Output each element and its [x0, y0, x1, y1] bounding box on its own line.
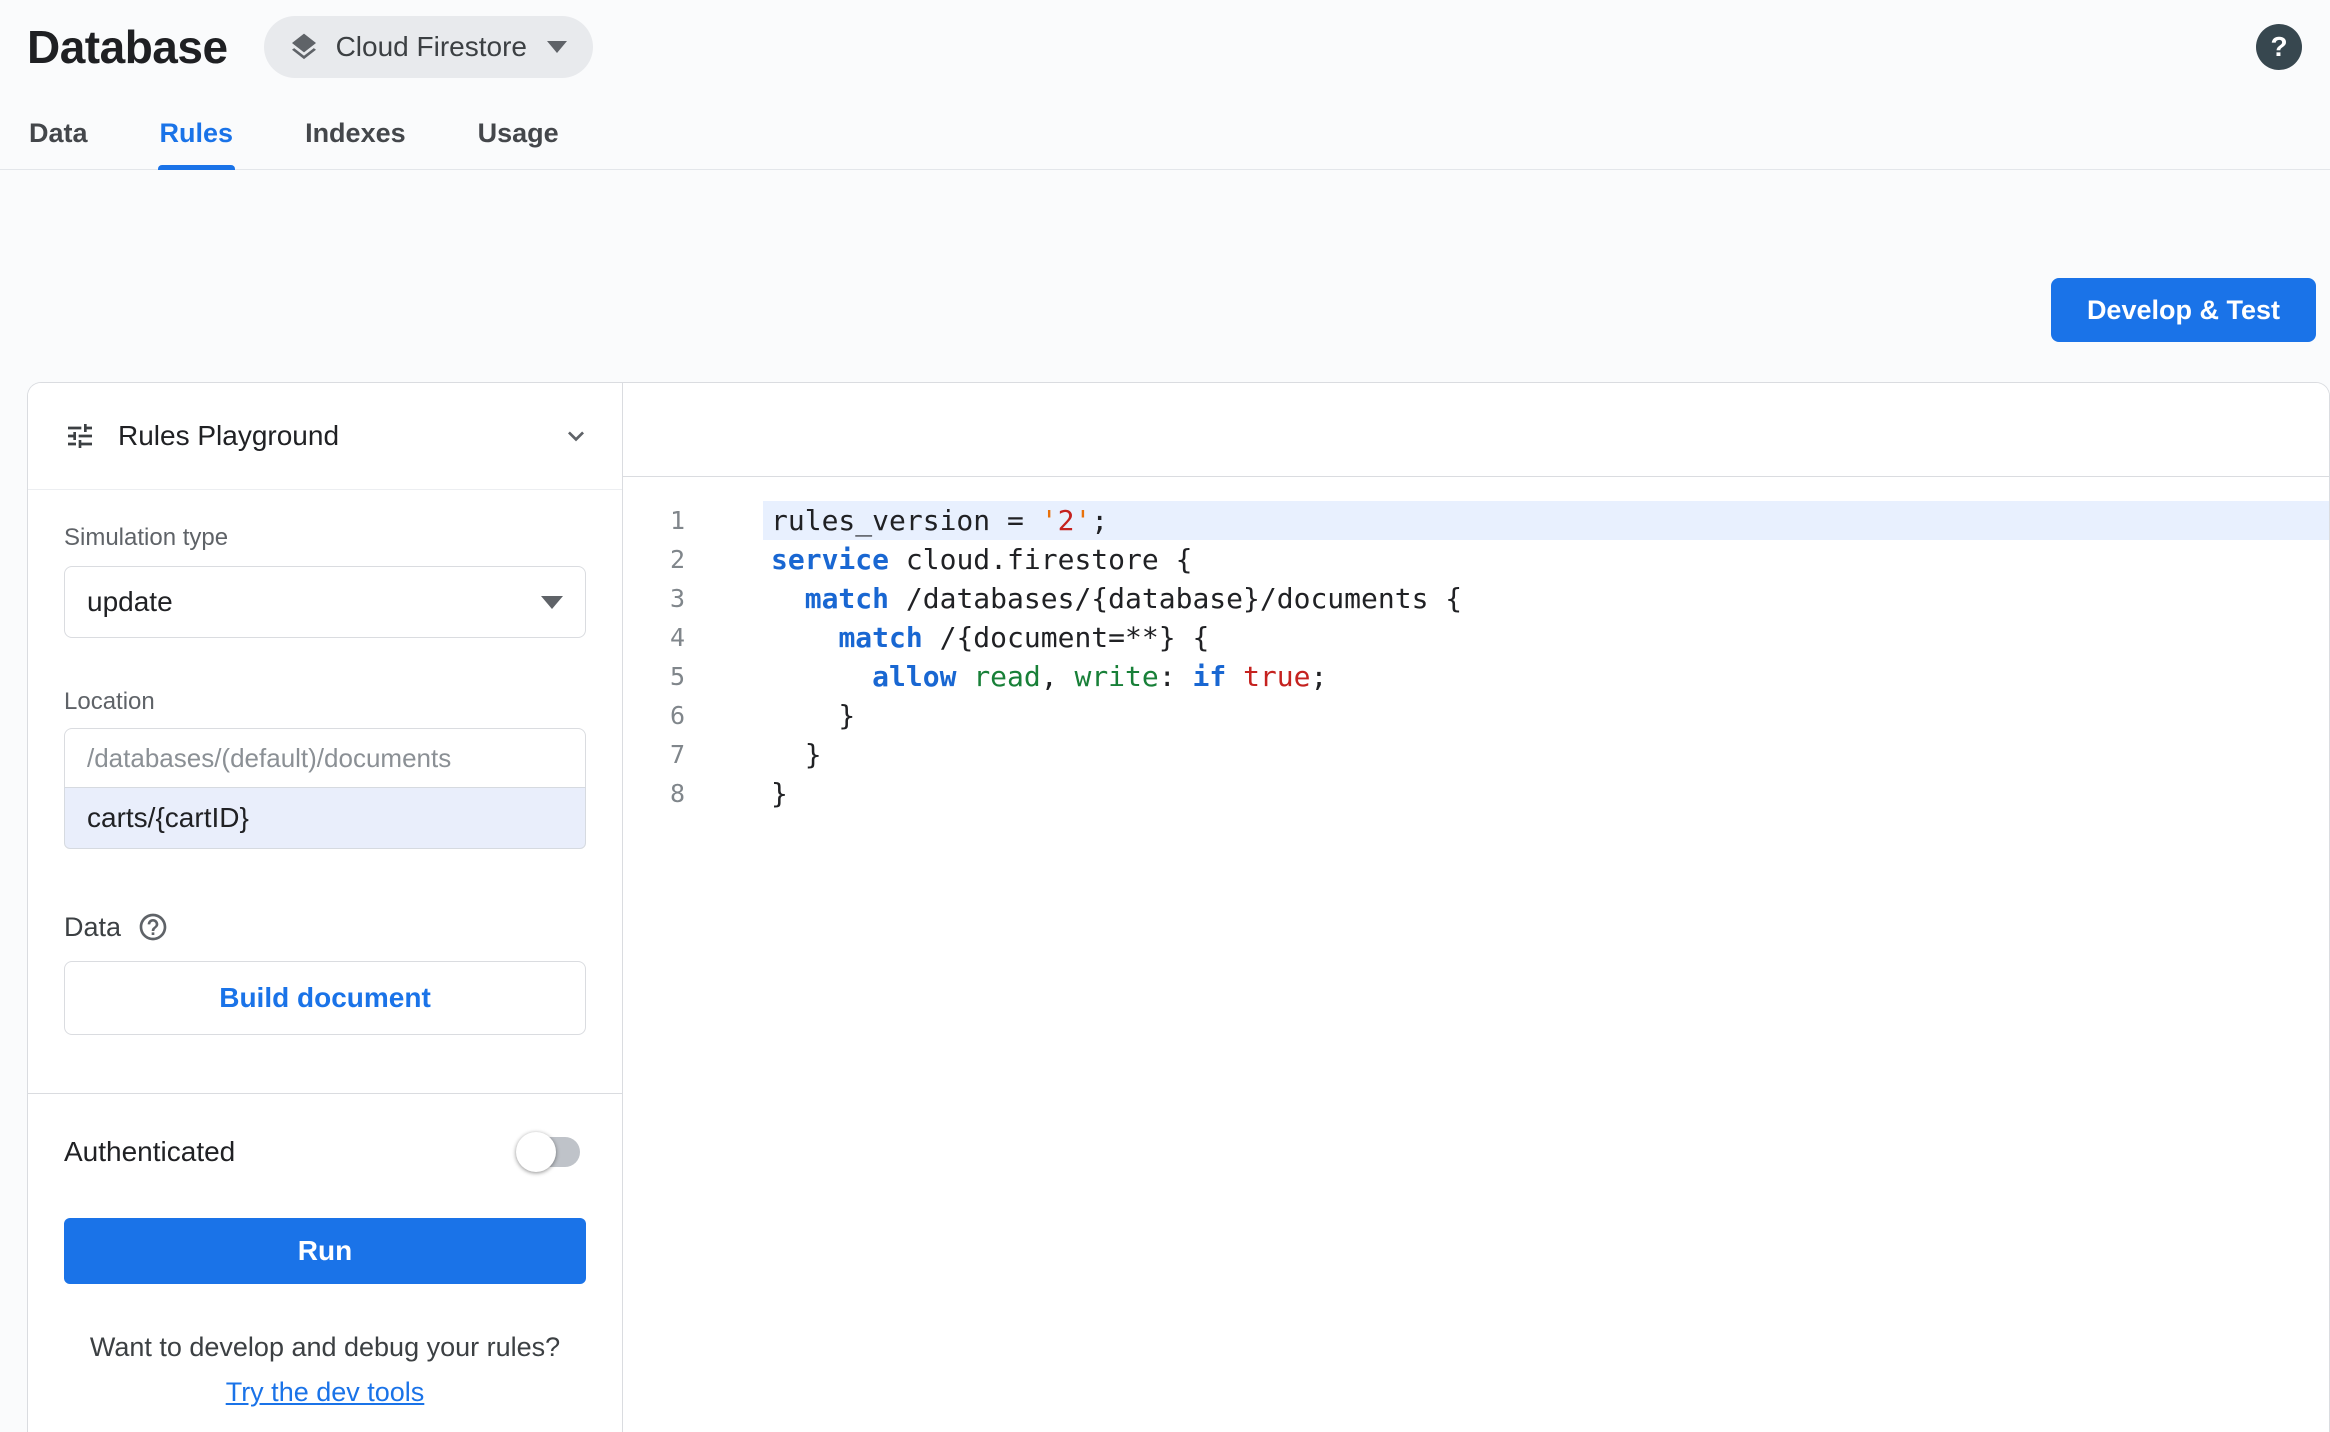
toggle-thumb	[516, 1132, 556, 1172]
line-number: 5	[669, 662, 685, 691]
code-line[interactable]: 3 match /databases/{database}/documents …	[623, 579, 2329, 618]
playground-form: Simulation type update Location /databas…	[28, 490, 622, 1035]
collapse-chevron-icon[interactable]	[560, 420, 592, 452]
develop-test-button[interactable]: Develop & Test	[2050, 278, 2316, 342]
location-base-path: /databases/(default)/documents	[64, 728, 586, 788]
location-input[interactable]: carts/{cartID}	[64, 787, 586, 849]
rules-editor: 1 rules_version = '2'; 2 service cloud.fire…	[623, 383, 2329, 1432]
line-number: 8	[669, 779, 685, 808]
build-document-button[interactable]: Build document	[64, 961, 586, 1035]
location-label: Location	[64, 688, 155, 715]
line-number: 6	[669, 701, 685, 730]
rules-card: Rules Playground Simulation type update …	[27, 382, 2330, 1432]
playground-title: Rules Playground	[118, 420, 340, 451]
code-line[interactable]: 8}	[623, 774, 2329, 813]
dev-tools-prompt: Want to develop and debug your rules?	[89, 1332, 561, 1362]
tab-indexes[interactable]: Indexes	[303, 104, 408, 169]
code-text[interactable]: allow read, write: if true;	[763, 657, 2329, 696]
location-field-group: /databases/(default)/documents carts/{ca…	[64, 728, 586, 849]
product-selector[interactable]: Cloud Firestore	[263, 16, 593, 78]
line-number: 2	[669, 545, 685, 574]
authenticated-label: Authenticated	[64, 1136, 236, 1167]
help-outline-icon[interactable]	[137, 911, 169, 943]
code-line[interactable]: 4 match /{document=**} {	[623, 618, 2329, 657]
authenticated-row: Authenticated	[28, 1094, 622, 1210]
dev-tools-link[interactable]: Try the dev tools	[28, 1377, 622, 1408]
code-text[interactable]: match /databases/{database}/documents {	[763, 579, 2329, 618]
line-number: 1	[669, 506, 685, 535]
code-text[interactable]: }	[763, 735, 2329, 774]
line-number: 3	[669, 584, 685, 613]
tune-icon	[64, 420, 96, 452]
firestore-icon	[288, 31, 320, 63]
code-lines[interactable]: 1 rules_version = '2'; 2 service cloud.fire…	[623, 477, 2329, 813]
tab-bar: Data Rules Indexes Usage	[0, 104, 2330, 170]
playground-header[interactable]: Rules Playground	[28, 383, 622, 490]
run-button[interactable]: Run	[64, 1218, 586, 1284]
chevron-down-icon	[546, 41, 567, 53]
data-section-header: Data	[64, 911, 586, 943]
code-text[interactable]: rules_version = '2';	[763, 501, 2329, 540]
code-text[interactable]: service cloud.firestore {	[763, 540, 2329, 579]
simulation-type-value: update	[87, 586, 173, 617]
code-line[interactable]: 7 }	[623, 735, 2329, 774]
code-line[interactable]: 6 }	[623, 696, 2329, 735]
tab-usage[interactable]: Usage	[476, 104, 561, 169]
help-icon: ?	[2270, 31, 2288, 62]
rules-playground-panel: Rules Playground Simulation type update …	[28, 383, 623, 1432]
help-button[interactable]: ?	[2256, 24, 2302, 70]
editor-toolbar	[623, 383, 2329, 477]
page-title: Database	[27, 21, 228, 73]
simulation-type-label: Simulation type	[64, 524, 229, 551]
code-line[interactable]: 5 allow read, write: if true;	[623, 657, 2329, 696]
tab-rules[interactable]: Rules	[157, 104, 236, 170]
code-text[interactable]: match /{document=**} {	[763, 618, 2329, 657]
chevron-down-icon	[541, 595, 563, 609]
header: Database Cloud Firestore ?	[0, 0, 2330, 78]
product-selector-label: Cloud Firestore	[335, 31, 527, 62]
tab-data[interactable]: Data	[27, 104, 90, 169]
code-line[interactable]: 1 rules_version = '2';	[623, 501, 2329, 540]
firestore-rules-page: Database Cloud Firestore ? Data Rules In…	[0, 0, 2330, 1432]
actions-row: Develop & Test	[0, 170, 2330, 382]
simulation-type-select[interactable]: update	[64, 566, 586, 638]
line-number: 7	[669, 740, 685, 769]
data-label: Data	[64, 911, 122, 942]
authenticated-toggle[interactable]	[516, 1132, 580, 1172]
line-number: 4	[669, 623, 685, 652]
code-text[interactable]: }	[763, 696, 2329, 735]
code-line[interactable]: 2 service cloud.firestore {	[623, 540, 2329, 579]
code-text[interactable]: }	[763, 774, 2329, 813]
